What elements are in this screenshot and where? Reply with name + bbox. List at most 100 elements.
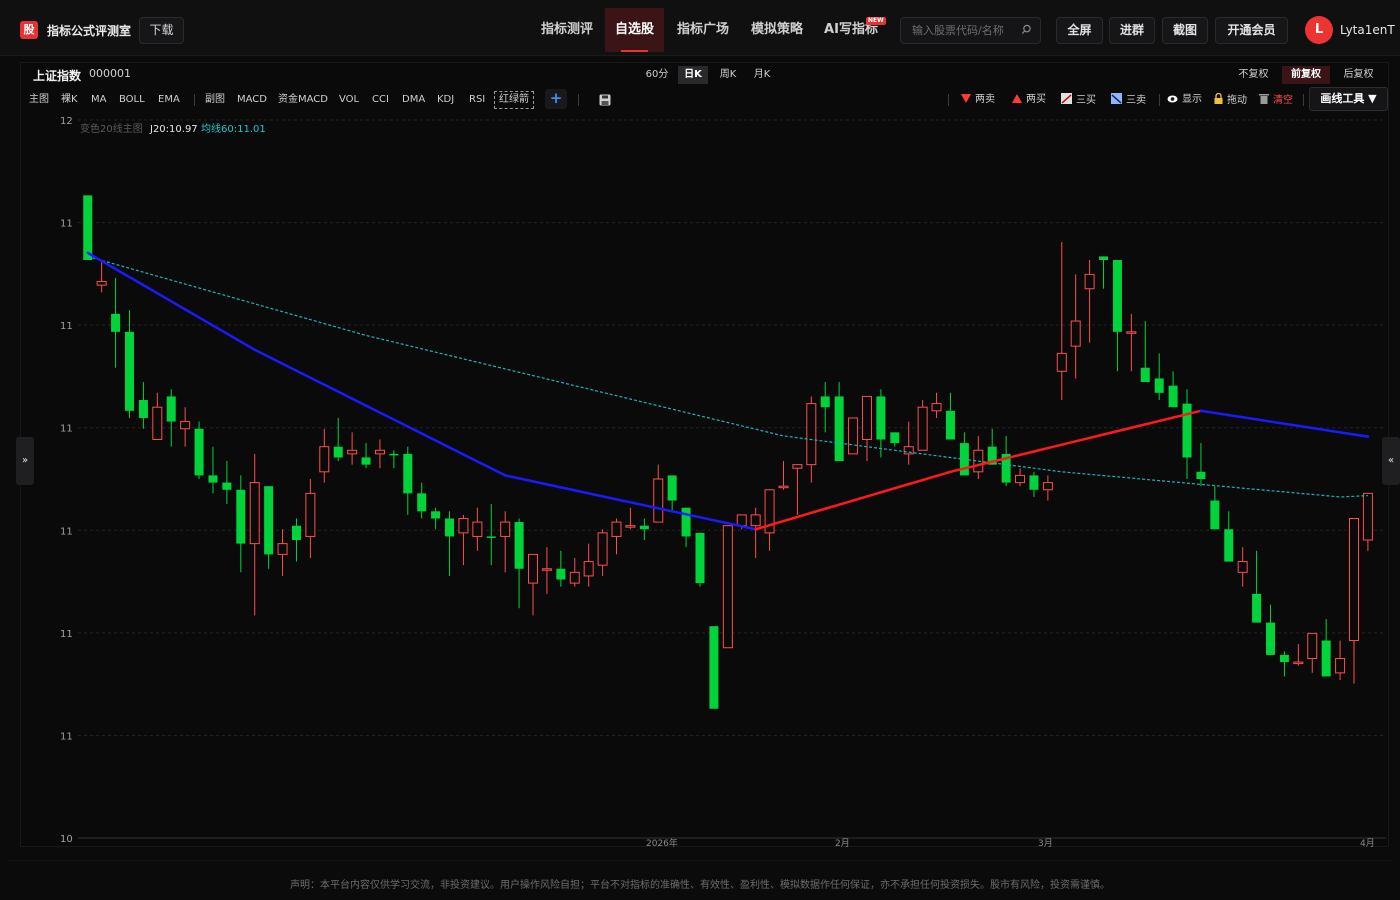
expand-left-panel-button[interactable]: » bbox=[16, 437, 34, 485]
candle-body-up bbox=[917, 406, 928, 451]
ma20-segment bbox=[503, 474, 521, 480]
ma20-segment bbox=[309, 376, 326, 386]
candle-body-down bbox=[514, 522, 524, 569]
nav-simulation-strategy[interactable]: 模拟策略 bbox=[741, 8, 813, 52]
tool-two-sell[interactable]: 两卖 bbox=[961, 93, 995, 107]
join-group-button[interactable]: 进群 bbox=[1109, 17, 1155, 44]
tool-main-chart[interactable]: 主图 bbox=[29, 93, 49, 107]
ma20-segment bbox=[865, 491, 883, 498]
brand-name[interactable]: 指标公式评测室 bbox=[47, 22, 131, 39]
adjust-none[interactable]: 不复权 bbox=[1231, 66, 1276, 84]
open-membership-button[interactable]: 开通会员 bbox=[1215, 17, 1288, 44]
username[interactable]: Lyta1enT bbox=[1340, 23, 1395, 37]
candle-body-down bbox=[486, 536, 496, 538]
tool-ema[interactable]: EMA bbox=[158, 93, 180, 107]
ma20-segment bbox=[1213, 411, 1231, 417]
ma20-segment bbox=[907, 478, 924, 486]
ma20-segment bbox=[796, 511, 813, 519]
tool-macd[interactable]: MACD bbox=[237, 93, 267, 107]
ma20-segment bbox=[782, 515, 799, 523]
candle-body-up bbox=[1042, 482, 1053, 491]
tool-three-buy[interactable]: 三买 bbox=[1061, 93, 1096, 107]
ma20-segment bbox=[156, 291, 173, 303]
ma20-segment bbox=[1255, 418, 1272, 423]
candle-body-down bbox=[820, 396, 830, 408]
brand-logo-icon[interactable]: 股 bbox=[20, 21, 38, 39]
period-weekly[interactable]: 周K bbox=[714, 66, 742, 84]
candle-body-up bbox=[305, 492, 316, 537]
ma20-segment bbox=[837, 499, 855, 506]
tool-cci[interactable]: CCI bbox=[372, 93, 389, 107]
ma20-segment bbox=[336, 390, 354, 400]
candlestick-chart[interactable]: 12 11 11 11 11 11 11 10 2026年 2月 3月 4月 变色20线主图 J20… bbox=[20, 112, 1389, 847]
toolbar-divider bbox=[948, 94, 949, 106]
trash-icon bbox=[1259, 94, 1269, 104]
candle-body-down bbox=[83, 195, 93, 261]
avatar[interactable]: L bbox=[1305, 16, 1333, 44]
adjust-backward[interactable]: 后复权 bbox=[1336, 66, 1381, 84]
tool-vol[interactable]: VOL bbox=[339, 93, 359, 107]
candle-body-down bbox=[1112, 260, 1122, 332]
candle-body-down bbox=[667, 475, 677, 501]
ma20-segment bbox=[1032, 446, 1050, 453]
tool-boll[interactable]: BOLL bbox=[119, 93, 145, 107]
expand-right-panel-button[interactable]: « bbox=[1382, 437, 1400, 485]
ma20-segment bbox=[921, 474, 938, 482]
candle-body-down bbox=[208, 475, 218, 483]
tool-kdj[interactable]: KDJ bbox=[437, 93, 454, 107]
candle-body-up bbox=[625, 525, 636, 528]
candle-body-up bbox=[722, 525, 733, 649]
tool-red-green-arrow[interactable]: 红绿箭 bbox=[494, 91, 534, 109]
search-icon[interactable] bbox=[1021, 24, 1032, 35]
disclaimer-text: 声明：本平台内容仅供学习交流，非投资建议。用户操作风险自担；平台不对指标的准确性… bbox=[290, 880, 1110, 891]
download-button[interactable]: 下载 bbox=[139, 17, 184, 44]
candle-body-down bbox=[876, 396, 886, 440]
nav-indicator-square[interactable]: 指标广场 bbox=[667, 8, 739, 52]
y-tick-label: 11 bbox=[60, 526, 73, 537]
line-up-icon bbox=[1061, 93, 1072, 104]
ma20-segment bbox=[559, 486, 577, 492]
candle-body-up bbox=[152, 406, 163, 441]
candle-body-down bbox=[556, 568, 566, 580]
tool-drag[interactable]: 拖动 bbox=[1214, 93, 1247, 107]
tool-show[interactable]: 显示 bbox=[1167, 93, 1202, 107]
stock-search-input[interactable] bbox=[900, 17, 1041, 44]
fullscreen-button[interactable]: 全屏 bbox=[1056, 17, 1103, 44]
tool-rsi[interactable]: RSI bbox=[469, 93, 485, 107]
ma60-line bbox=[87, 255, 1368, 498]
add-indicator-button[interactable]: + bbox=[545, 89, 567, 109]
tool-clear-label: 清空 bbox=[1273, 95, 1293, 106]
candle-body-down bbox=[945, 410, 955, 440]
stock-code: 000001 bbox=[89, 67, 131, 80]
draw-tools-button[interactable]: 画线工具 ▼ bbox=[1309, 87, 1388, 111]
screenshot-button[interactable]: 截图 bbox=[1162, 17, 1208, 44]
nav-indicator-review[interactable]: 指标测评 bbox=[531, 8, 603, 52]
ma20-segment bbox=[698, 516, 716, 522]
save-icon[interactable] bbox=[599, 94, 611, 106]
period-60min[interactable]: 60分 bbox=[642, 66, 672, 84]
ma20-segment bbox=[462, 453, 479, 463]
tool-three-sell[interactable]: 三卖 bbox=[1111, 93, 1146, 107]
tool-dma[interactable]: DMA bbox=[402, 93, 425, 107]
candle-body-down bbox=[1224, 529, 1234, 562]
period-daily[interactable]: 日K bbox=[678, 66, 708, 84]
candles bbox=[83, 195, 1373, 709]
ma20-segment bbox=[601, 495, 618, 501]
ma20-segment bbox=[1157, 416, 1175, 423]
ma20-segment bbox=[1074, 436, 1091, 443]
candle-body-up bbox=[374, 449, 385, 455]
tool-fund-macd[interactable]: 资金MACD bbox=[278, 93, 328, 107]
ma20-segment bbox=[712, 519, 730, 525]
candle-body-up bbox=[1084, 273, 1095, 290]
nav-ai-indicator[interactable]: AI写指标 bbox=[815, 8, 887, 52]
period-monthly[interactable]: 月K bbox=[748, 66, 776, 84]
tool-three-buy-label: 三买 bbox=[1076, 95, 1096, 106]
tool-naked-k[interactable]: 裸K bbox=[61, 93, 78, 107]
ma20-segment bbox=[295, 369, 312, 379]
tool-sub-chart[interactable]: 副图 bbox=[205, 93, 225, 107]
tool-clear[interactable]: 清空 bbox=[1259, 93, 1293, 107]
tool-ma[interactable]: MA bbox=[91, 93, 106, 107]
nav-watchlist[interactable]: 自选股 bbox=[605, 8, 664, 52]
adjust-forward[interactable]: 前复权 bbox=[1282, 66, 1330, 84]
tool-two-buy[interactable]: 两买 bbox=[1012, 93, 1046, 107]
